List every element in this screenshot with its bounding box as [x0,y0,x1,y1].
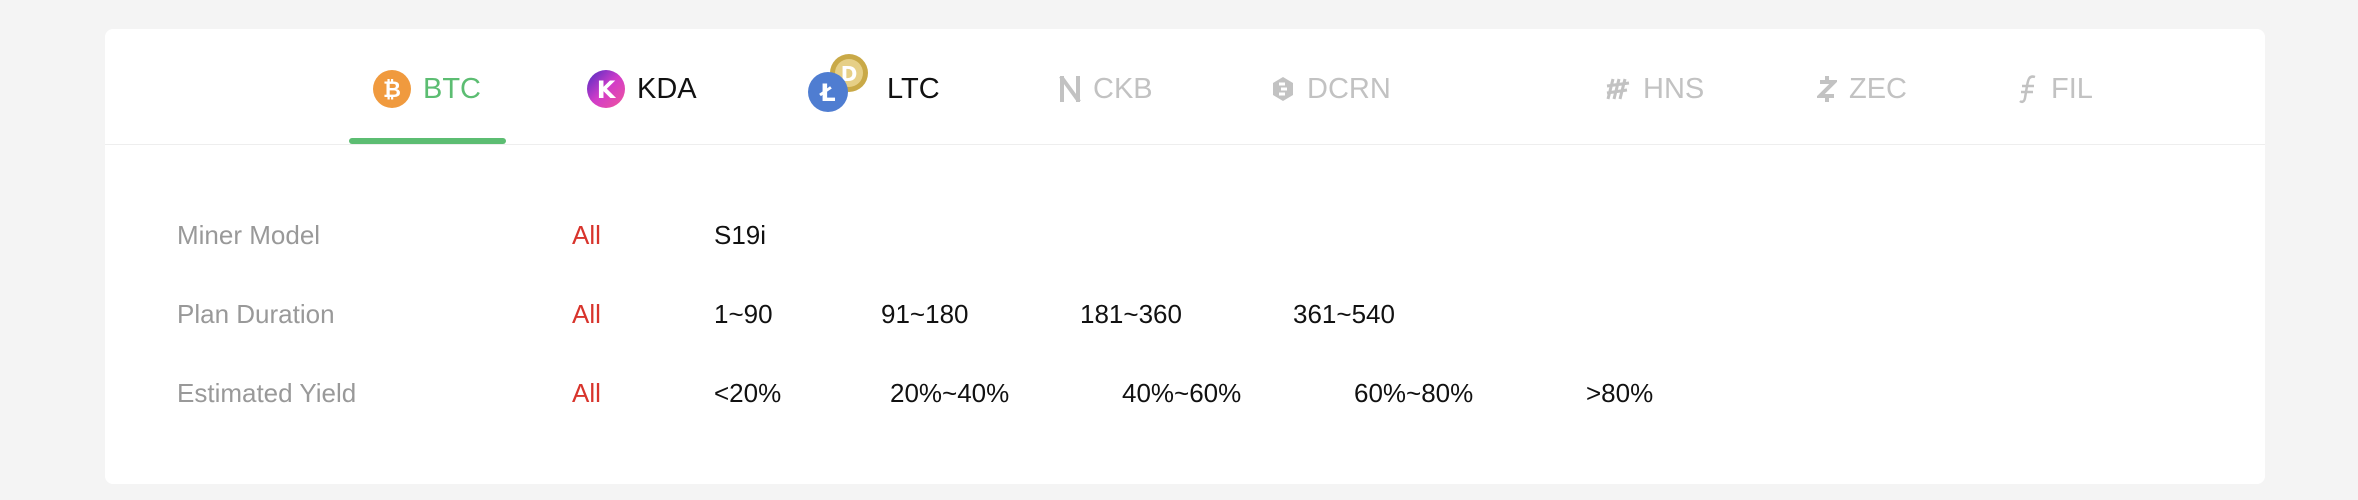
svg-text:Ł: Ł [818,79,835,107]
option-miner-all[interactable]: All [572,215,601,255]
zec-icon [1817,75,1837,103]
option-yield-all[interactable]: All [572,373,601,413]
option-miner-s19i[interactable]: S19i [714,215,766,255]
tab-zec[interactable]: ZEC [1817,67,1907,111]
tab-label-dcrn: DCRN [1307,73,1391,105]
filter-label-plan-duration: Plan Duration [177,299,335,329]
tab-label-zec: ZEC [1849,73,1907,105]
tab-kda[interactable]: K KDA [587,67,697,111]
tab-label-ltc: LTC [887,73,940,105]
tab-label-btc: BTC [423,73,481,105]
option-duration-1-90[interactable]: 1~90 [714,294,773,334]
filter-label-miner-model: Miner Model [177,220,321,250]
option-duration-361-540[interactable]: 361~540 [1293,294,1395,334]
filter-card: ₿ BTC K KDA D Ł LTC CKB DCRN HNS ZEC FIL… [105,29,2265,484]
tab-label-kda: KDA [637,73,697,105]
tab-hns[interactable]: HNS [1605,67,1704,111]
option-yield-20-40[interactable]: 20%~40% [890,373,1009,413]
svg-text:K: K [597,76,617,104]
tab-label-ckb: CKB [1093,73,1153,105]
filter-row-miner-model: Miner Model All S19i [105,215,2265,255]
tab-ckb[interactable]: CKB [1059,67,1153,111]
option-duration-181-360[interactable]: 181~360 [1080,294,1182,334]
option-duration-91-180[interactable]: 91~180 [881,294,968,334]
tab-btc[interactable]: ₿ BTC [373,67,481,111]
option-yield-over-80[interactable]: >80% [1586,373,1653,413]
tab-label-hns: HNS [1643,73,1705,105]
filter-row-plan-duration: Plan Duration All 1~90 91~180 181~360 36… [105,294,2265,334]
hns-icon [1605,76,1631,102]
dcrn-icon [1271,76,1295,102]
active-tab-indicator [349,138,506,144]
tab-label-fil: FIL [2051,73,2093,105]
fil-icon [2019,74,2039,104]
coin-tab-bar: ₿ BTC K KDA D Ł LTC CKB DCRN HNS ZEC FIL [105,29,2265,145]
ckb-icon [1059,76,1081,102]
option-duration-all[interactable]: All [572,294,601,334]
tab-fil[interactable]: FIL [2019,67,2093,111]
kda-icon: K [587,70,625,108]
filter-label-estimated-yield: Estimated Yield [177,378,357,408]
btc-icon: ₿ [373,70,411,108]
option-yield-40-60[interactable]: 40%~60% [1122,373,1241,413]
tab-dcrn[interactable]: DCRN [1271,67,1391,111]
filter-row-estimated-yield: Estimated Yield All <20% 20%~40% 40%~60%… [105,373,2265,413]
option-yield-under-20[interactable]: <20% [714,373,781,413]
tab-ltc[interactable]: D Ł LTC [807,54,940,114]
ltc-doge-icon: D Ł [807,54,869,114]
option-yield-60-80[interactable]: 60%~80% [1354,373,1473,413]
svg-text:₿: ₿ [383,78,401,103]
